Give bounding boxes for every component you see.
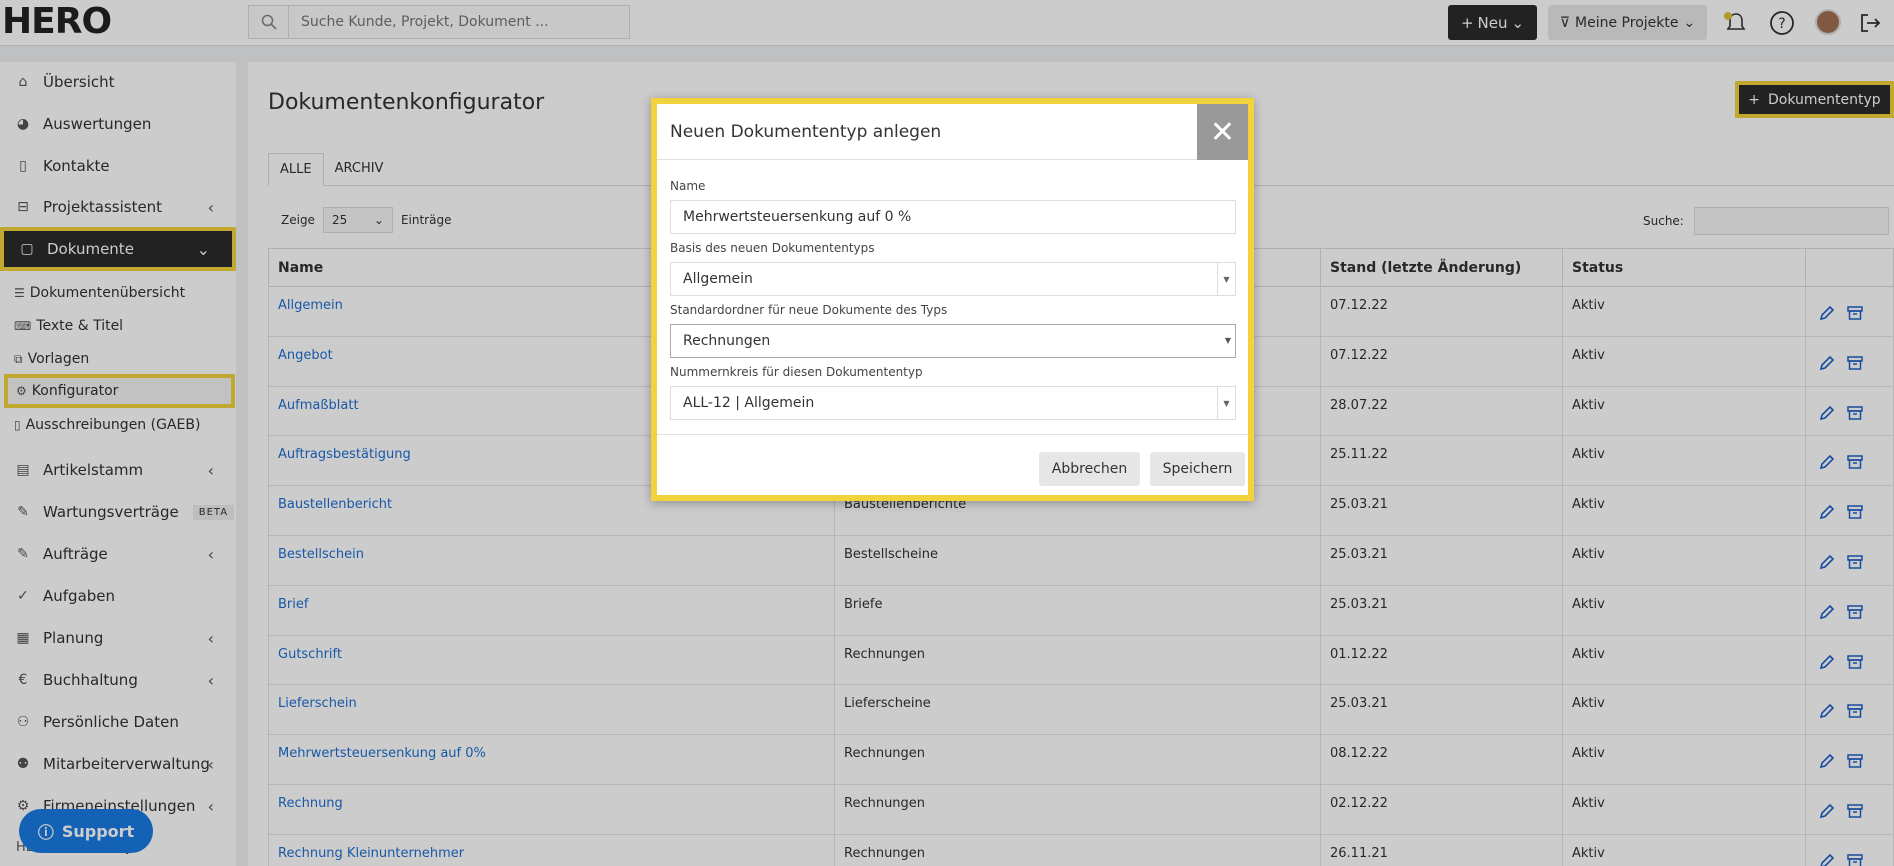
default-folder-value: Rechnungen: [683, 333, 771, 349]
close-icon[interactable]: ✕: [1197, 104, 1248, 160]
save-button[interactable]: Speichern: [1150, 452, 1245, 486]
cancel-button[interactable]: Abbrechen: [1039, 452, 1140, 486]
caret-down-icon: ▼: [1217, 387, 1235, 419]
default-folder-select[interactable]: Rechnungen ▼: [670, 324, 1236, 358]
dialog-header: Neuen Dokumententyp anlegen: [657, 104, 1248, 160]
number-range-select[interactable]: ALL-12 | Allgemein ▼: [670, 386, 1236, 420]
caret-down-icon: ▼: [1224, 336, 1231, 345]
basis-select-value: Allgemein: [683, 271, 753, 287]
dialog-title: Neuen Dokumententyp anlegen: [670, 121, 942, 142]
field-label-name: Name: [670, 179, 706, 193]
field-label-folder: Standardordner für neue Dokumente des Ty…: [670, 303, 948, 317]
number-range-value: ALL-12 | Allgemein: [683, 395, 815, 411]
field-label-numbering: Nummernkreis für diesen Dokumententyp: [670, 365, 923, 379]
new-document-type-dialog: Neuen Dokumententyp anlegen ✕ Name Mehrw…: [651, 98, 1254, 501]
field-label-basis: Basis des neuen Dokumententyps: [670, 241, 875, 255]
name-field[interactable]: Mehrwertsteuersenkung auf 0 %: [670, 200, 1236, 234]
basis-select[interactable]: Allgemein ▼: [670, 262, 1236, 296]
dialog-footer: Abbrechen Speichern: [657, 434, 1248, 501]
name-field-value: Mehrwertsteuersenkung auf 0 %: [683, 209, 912, 225]
caret-down-icon: ▼: [1217, 263, 1235, 295]
